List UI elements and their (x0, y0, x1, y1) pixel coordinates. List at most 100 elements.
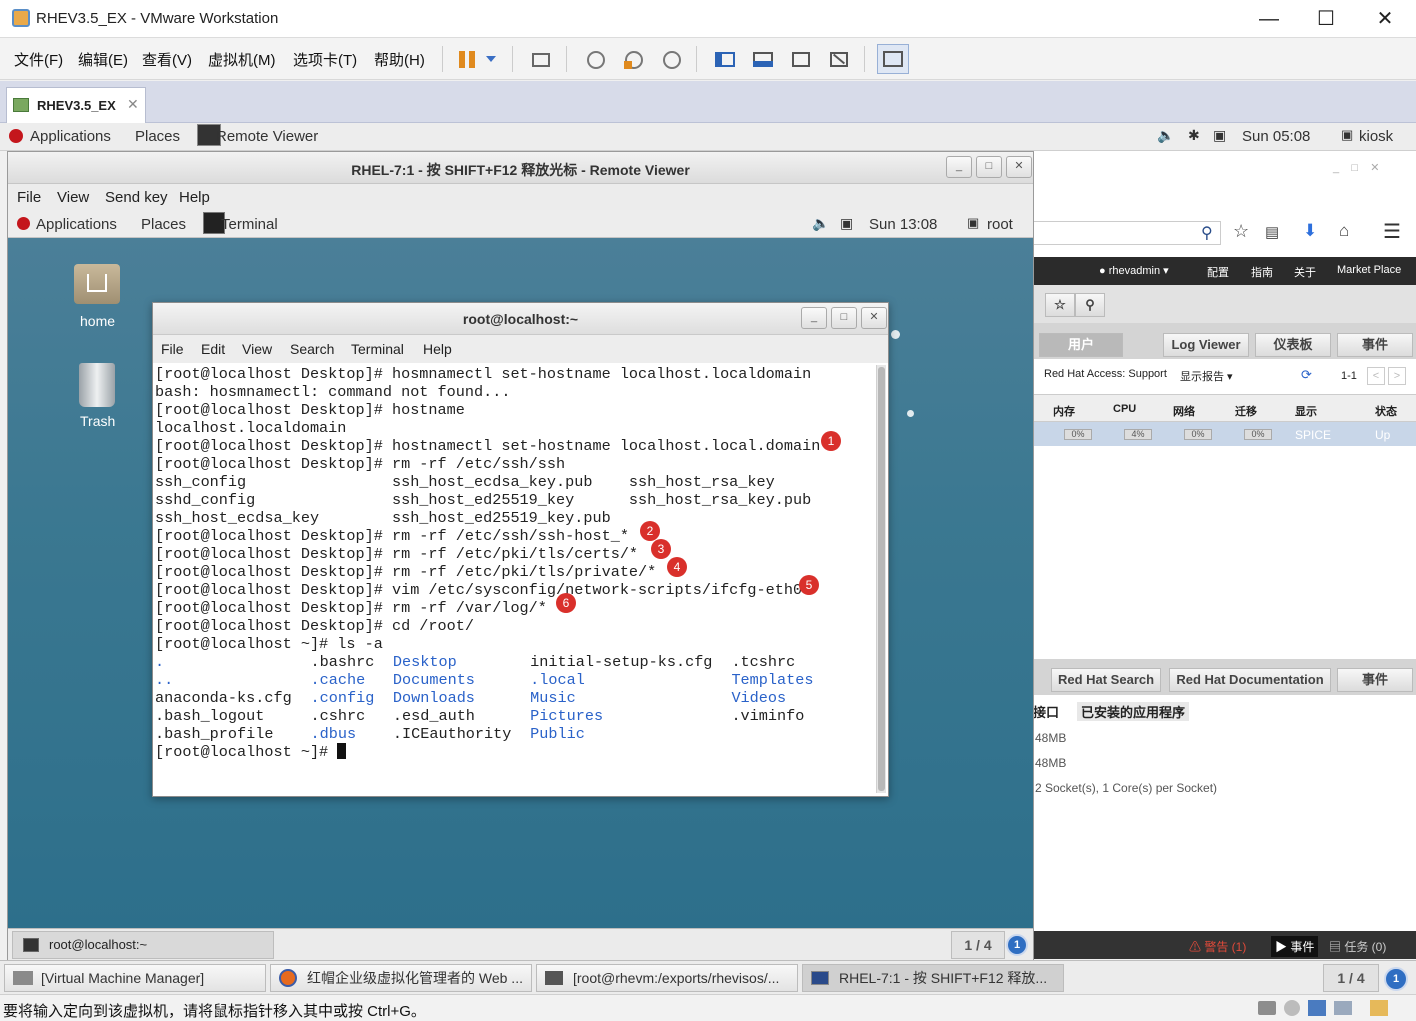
refresh-icon[interactable]: ⟳ (1301, 367, 1312, 383)
cdrom-icon[interactable] (1284, 1000, 1300, 1016)
events-link[interactable]: ▶ 事件 (1271, 936, 1319, 957)
rv-minimize-button[interactable]: _ (946, 156, 972, 178)
rhev-link-market[interactable]: Market Place (1337, 264, 1401, 276)
unity-icon[interactable] (825, 46, 851, 72)
col-memory[interactable]: 内存 (1053, 403, 1075, 419)
terminal-scrollbar[interactable] (876, 365, 886, 793)
rhev-tab-events-bottom[interactable]: 事件 (1337, 668, 1413, 692)
terminal-prompt[interactable]: [root@localhost ~]# (155, 743, 875, 761)
url-bar[interactable] (1033, 221, 1221, 245)
home-icon[interactable]: ⌂ (1339, 221, 1349, 241)
rhev-search-icon[interactable]: ⚲ (1075, 293, 1105, 317)
term-menu-view[interactable]: View (242, 341, 272, 357)
library-icon[interactable] (711, 46, 737, 72)
usb-icon[interactable] (1334, 1001, 1352, 1015)
rhev-tab-documentation[interactable]: Red Hat Documentation (1169, 668, 1331, 692)
rhev-link-guide[interactable]: 指南 (1251, 264, 1273, 280)
snapshot-manager-icon[interactable] (658, 46, 684, 72)
search-icon[interactable]: ⚲ (1201, 223, 1213, 243)
bookmark-icon[interactable]: ☆ (1045, 293, 1075, 317)
host-notification-badge[interactable]: 1 (1384, 967, 1408, 991)
rhev-tab-users[interactable]: 用户 (1039, 333, 1123, 357)
term-menu-file[interactable]: File (161, 341, 184, 357)
trash-icon-label[interactable]: Trash (80, 413, 115, 429)
host-places-menu[interactable]: Places (135, 128, 180, 145)
rhev-report-menu[interactable]: 显示报告 ▾ (1180, 368, 1233, 384)
host-clock[interactable]: Sun 05:08 (1242, 128, 1310, 145)
rhev-tab-logviewer[interactable]: Log Viewer (1163, 333, 1249, 357)
guest-active-app[interactable]: Terminal (221, 216, 278, 233)
rv-menu-help[interactable]: Help (179, 189, 210, 206)
col-network[interactable]: 网络 (1173, 403, 1195, 419)
console-view-icon[interactable] (877, 44, 909, 74)
col-status[interactable]: 状态 (1375, 403, 1397, 419)
thumbnail-bar-icon[interactable] (749, 46, 775, 72)
bluetooth-icon[interactable]: ✱ (1188, 127, 1200, 144)
table-row[interactable]: 0% 4% 0% 0% SPICE Up (1033, 422, 1416, 446)
host-active-app[interactable]: Remote Viewer (216, 128, 318, 145)
term-maximize-button[interactable]: □ (831, 307, 857, 329)
hamburger-menu-icon[interactable]: ☰ (1383, 219, 1401, 244)
maximize-button[interactable]: ☐ (1303, 6, 1349, 32)
network-adapter-icon[interactable] (1308, 1000, 1326, 1016)
subtab-installed-apps[interactable]: 已安装的应用程序 (1077, 702, 1190, 721)
col-display[interactable]: 显示 (1295, 403, 1317, 419)
menu-view[interactable]: 查看(V) (142, 49, 192, 70)
alerts-link[interactable]: ⚠ 警告 (1) (1189, 938, 1246, 955)
reader-icon[interactable]: ▤ (1265, 223, 1279, 241)
page-prev-icon[interactable]: < (1367, 367, 1385, 385)
term-close-button[interactable]: ✕ (861, 307, 887, 329)
col-migration[interactable]: 迁移 (1235, 403, 1257, 419)
minimize-button[interactable]: — (1246, 6, 1292, 32)
guest-task-terminal[interactable]: root@localhost:~ (12, 931, 274, 959)
menu-file[interactable]: 文件(F) (14, 49, 63, 70)
page-next-icon[interactable]: > (1388, 367, 1406, 385)
term-menu-terminal[interactable]: Terminal (351, 341, 404, 357)
fullscreen-icon[interactable] (787, 46, 813, 72)
subtab-interfaces[interactable]: 接口 (1033, 702, 1059, 721)
term-menu-edit[interactable]: Edit (201, 341, 225, 357)
guest-user-menu[interactable]: root (987, 216, 1013, 233)
host-user-menu[interactable]: kiosk (1359, 128, 1393, 145)
terminal-output[interactable]: [root@localhost Desktop]# hosmnamectl se… (153, 363, 875, 796)
menu-help[interactable]: 帮助(H) (374, 49, 425, 70)
message-log-icon[interactable] (1370, 1000, 1388, 1016)
guest-applications-menu[interactable]: Applications (36, 216, 117, 233)
bookmark-star-icon[interactable]: ☆ (1233, 221, 1249, 242)
rv-menu-file[interactable]: File (17, 189, 41, 206)
tab-rhev35-ex[interactable]: RHEV3.5_EX ✕ (6, 87, 146, 123)
hdd-icon[interactable] (1258, 1001, 1276, 1015)
host-task-remote-viewer[interactable]: RHEL-7:1 - 按 SHIFT+F12 释放... (802, 964, 1064, 992)
host-workspace-pager[interactable]: 1 / 4 (1323, 964, 1379, 992)
snapshot-take-icon[interactable] (582, 46, 608, 72)
guest-notification-badge[interactable]: 1 (1006, 934, 1028, 956)
rhev-tab-search[interactable]: Red Hat Search (1051, 668, 1161, 692)
pause-icon[interactable] (454, 46, 480, 72)
term-menu-search[interactable]: Search (290, 341, 334, 357)
guest-workspace-pager[interactable]: 1 / 4 (951, 931, 1005, 959)
rhev-tab-dashboard[interactable]: 仪表板 (1255, 333, 1331, 357)
volume-icon[interactable]: 🔈 (1157, 127, 1174, 144)
guest-clock[interactable]: Sun 13:08 (869, 216, 937, 233)
download-icon[interactable]: ⬇ (1303, 221, 1317, 241)
trash-icon[interactable] (79, 363, 115, 407)
rv-menu-view[interactable]: View (57, 189, 89, 206)
host-task-terminal[interactable]: [root@rhevm:/exports/rhevisos/... (536, 964, 798, 992)
rhev-link-config[interactable]: 配置 (1207, 264, 1229, 280)
tasks-link[interactable]: ▤ 任务 (0) (1329, 938, 1386, 955)
col-cpu[interactable]: CPU (1113, 403, 1136, 415)
rv-maximize-button[interactable]: □ (976, 156, 1002, 178)
home-folder-icon[interactable] (74, 264, 120, 304)
menu-vm[interactable]: 虚拟机(M) (208, 49, 276, 70)
rhev-link-about[interactable]: 关于 (1294, 264, 1316, 280)
tab-close-icon[interactable]: ✕ (127, 96, 139, 113)
host-applications-menu[interactable]: Applications (30, 128, 111, 145)
network-icon[interactable]: ▣ (1213, 127, 1226, 144)
home-icon-label[interactable]: home (80, 313, 115, 329)
close-button[interactable]: ✕ (1362, 6, 1408, 32)
term-minimize-button[interactable]: _ (801, 307, 827, 329)
pause-dropdown-icon[interactable] (486, 56, 496, 62)
menu-edit[interactable]: 编辑(E) (78, 49, 128, 70)
menu-tabs[interactable]: 选项卡(T) (293, 49, 357, 70)
guest-volume-icon[interactable]: 🔈 (812, 215, 829, 232)
